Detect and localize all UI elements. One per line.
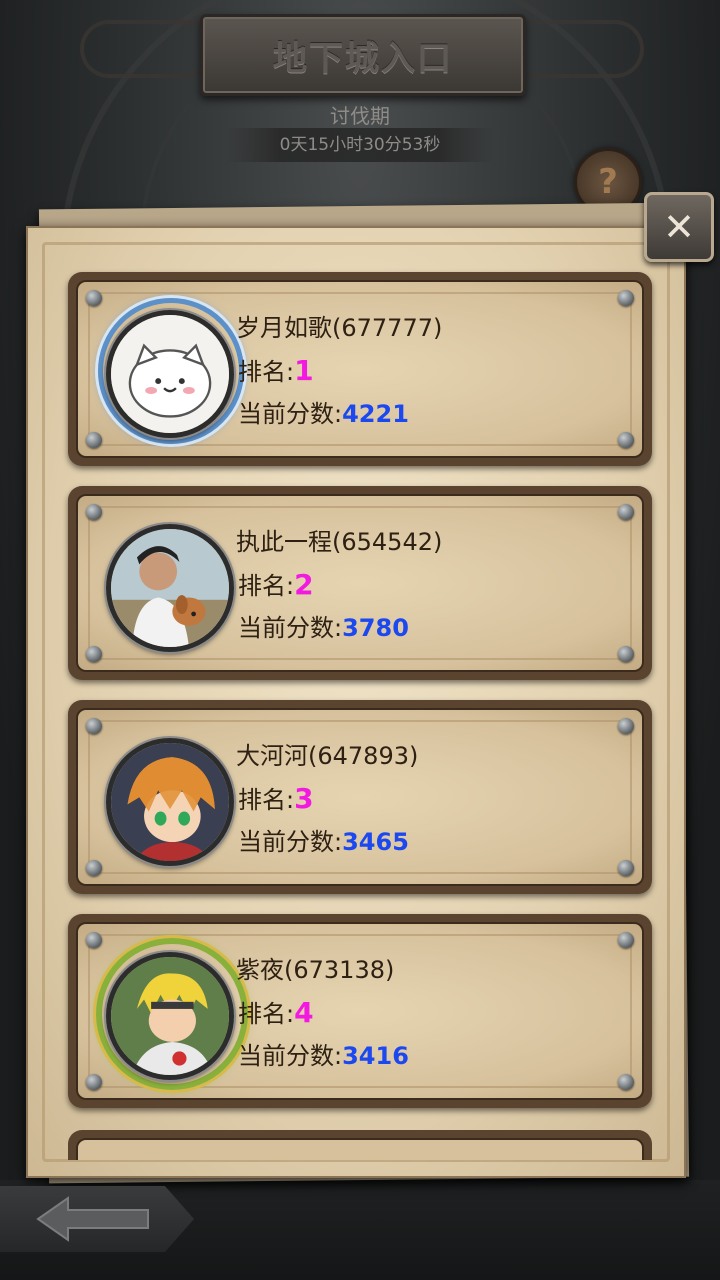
rivet-icon	[618, 290, 634, 306]
avatar[interactable]	[106, 524, 234, 652]
score-value: 3416	[342, 1042, 409, 1070]
score-label: 当前分数:	[238, 614, 343, 642]
rivet-icon	[618, 1074, 634, 1090]
score-row: 当前分数:3416	[238, 1036, 409, 1071]
ranking-card[interactable]: 紫夜(673138) 排名:4 当前分数:3416	[68, 914, 652, 1108]
score-label: 当前分数:	[238, 1042, 343, 1070]
rivet-icon	[86, 1074, 102, 1090]
question-mark-icon: ?	[598, 162, 618, 202]
countdown-timer: 0天15小时30分53秒	[226, 128, 494, 162]
person-with-dog-avatar-icon	[111, 529, 229, 647]
rank-label: 排名:	[238, 786, 295, 814]
score-value: 4221	[342, 400, 409, 428]
avatar[interactable]	[106, 952, 234, 1080]
rank-row: 排名:4	[238, 994, 314, 1029]
rivet-icon	[86, 718, 102, 734]
next-card-peek	[68, 1130, 652, 1160]
close-button[interactable]: ✕	[644, 192, 714, 262]
rivet-icon	[618, 646, 634, 662]
rank-row: 排名:1	[238, 352, 314, 387]
title-ornament-left	[80, 20, 214, 78]
close-icon: ✕	[663, 205, 695, 249]
player-name: 岁月如歌(677777)	[236, 314, 443, 342]
avatar[interactable]	[106, 310, 234, 438]
rivet-icon	[86, 646, 102, 662]
rivet-icon	[618, 932, 634, 948]
rivet-icon	[618, 432, 634, 448]
rivet-icon	[86, 432, 102, 448]
rank-value: 3	[294, 782, 314, 815]
rivet-icon	[86, 290, 102, 306]
title-banner: 地下城入口	[200, 14, 526, 96]
score-value: 3780	[342, 614, 409, 642]
back-button[interactable]	[0, 1186, 194, 1252]
rank-row: 排名:2	[238, 566, 314, 601]
score-row: 当前分数:3780	[238, 608, 409, 643]
score-row: 当前分数:3465	[238, 822, 409, 857]
title-ornament-right	[510, 20, 644, 78]
rank-label: 排名:	[238, 358, 295, 386]
phase-label: 讨伐期	[330, 104, 390, 128]
rivet-icon	[86, 932, 102, 948]
rank-label: 排名:	[238, 572, 295, 600]
rank-value: 1	[294, 354, 314, 387]
rank-label: 排名:	[238, 1000, 295, 1028]
page-title: 地下城入口	[273, 38, 453, 79]
blond-ninja-avatar-icon	[111, 957, 229, 1075]
score-value: 3465	[342, 828, 409, 856]
avatar[interactable]	[106, 738, 234, 866]
player-name: 紫夜(673138)	[236, 956, 395, 984]
rivet-icon	[618, 860, 634, 876]
ranking-card[interactable]: 岁月如歌(677777) 排名:1 当前分数:4221	[68, 272, 652, 466]
back-arrow-icon	[36, 1196, 149, 1242]
ranking-card[interactable]: 执此一程(654542) 排名:2 当前分数:3780	[68, 486, 652, 680]
rank-value: 2	[294, 568, 314, 601]
score-label: 当前分数:	[238, 400, 343, 428]
score-label: 当前分数:	[238, 828, 343, 856]
anime-hero-avatar-icon	[111, 743, 229, 861]
score-row: 当前分数:4221	[238, 394, 409, 429]
player-name: 执此一程(654542)	[236, 528, 443, 556]
rank-value: 4	[294, 996, 314, 1029]
rivet-icon	[618, 718, 634, 734]
rivet-icon	[86, 860, 102, 876]
ranking-card[interactable]: 大河河(647893) 排名:3 当前分数:3465	[68, 700, 652, 894]
rivet-icon	[618, 504, 634, 520]
rivet-icon	[86, 504, 102, 520]
player-name: 大河河(647893)	[236, 742, 419, 770]
cartoon-cat-avatar-icon	[111, 315, 229, 433]
rank-row: 排名:3	[238, 780, 314, 815]
